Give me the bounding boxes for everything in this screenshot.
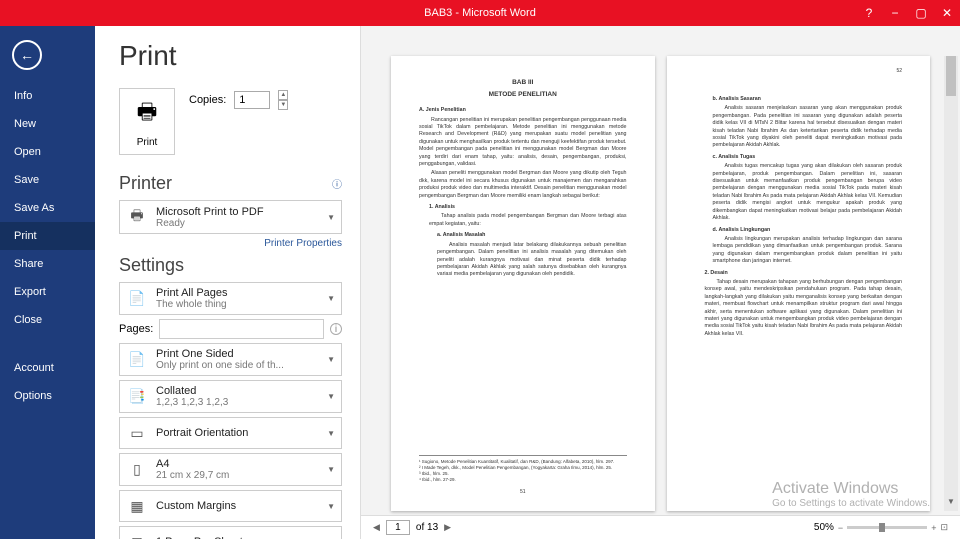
print-settings-panel: Print 🖶 Print Copies: ▲▼ Printer ⓘ — [95, 26, 360, 539]
copies-label: Copies: — [189, 94, 226, 106]
pages-label: Pages: — [119, 323, 153, 335]
dd-orientation[interactable]: ▭ Portrait Orientation ▼ — [119, 417, 342, 449]
preview-pager: ◀ of 13 ▶ 50% − + ⊡ — [361, 515, 960, 539]
printer-icon: 🖶 — [120, 95, 174, 133]
nav-info[interactable]: Info — [0, 82, 95, 110]
zoom-in-button[interactable]: + — [931, 523, 936, 533]
pages-icon: 📄 — [126, 290, 148, 307]
chevron-down-icon: ▼ — [327, 429, 335, 438]
chevron-down-icon: ▼ — [327, 392, 335, 401]
dd-paper-size[interactable]: ▯ A421 cm x 29,7 cm ▼ — [119, 453, 342, 486]
collate-icon: 📑 — [126, 388, 148, 405]
dd-sides[interactable]: 📄 Print One SidedOnly print on one side … — [119, 343, 342, 376]
zoom-out-button[interactable]: − — [838, 523, 843, 533]
one-sided-icon: 📄 — [126, 351, 148, 368]
backstage-sidebar: ← Info New Open Save Save As Print Share… — [0, 26, 95, 539]
print-preview: BAB III METODE PENELITIAN A. Jenis Penel… — [360, 26, 960, 539]
printer-dropdown[interactable]: 🖶 Microsoft Print to PDF Ready ▼ — [119, 200, 342, 234]
printer-info-icon[interactable]: ⓘ — [332, 176, 342, 191]
nav-save-as[interactable]: Save As — [0, 194, 95, 222]
printer-properties-link[interactable]: Printer Properties — [119, 238, 342, 249]
restore-button[interactable]: ▢ — [908, 0, 934, 26]
preview-page-2: 52 b. Analisis Sasaran Analisis sasaran … — [667, 56, 931, 511]
print-button[interactable]: 🖶 Print — [119, 88, 175, 155]
pages-info-icon[interactable]: i — [330, 323, 342, 335]
title-bar: BAB3 - Microsoft Word ? − ▢ ✕ — [0, 0, 960, 26]
paper-icon: ▯ — [126, 461, 148, 478]
prev-page-button[interactable]: ◀ — [373, 522, 380, 533]
window-title: BAB3 - Microsoft Word — [424, 7, 536, 19]
chevron-down-icon: ▼ — [327, 465, 335, 474]
pages-per-sheet-icon: ▢ — [126, 534, 148, 539]
zoom-slider[interactable] — [847, 526, 927, 529]
chevron-down-icon: ▼ — [327, 294, 335, 303]
preview-page-1: BAB III METODE PENELITIAN A. Jenis Penel… — [391, 56, 655, 511]
next-page-button[interactable]: ▶ — [444, 522, 451, 533]
nav-new[interactable]: New — [0, 110, 95, 138]
minimize-button[interactable]: − — [882, 0, 908, 26]
close-button[interactable]: ✕ — [934, 0, 960, 26]
dd-margins[interactable]: ▦ Custom Margins ▼ — [119, 490, 342, 522]
preview-vscrollbar[interactable]: ▲ ▼ — [944, 56, 958, 511]
zoom-fit-button[interactable]: ⊡ — [940, 522, 948, 533]
copies-spinner[interactable]: ▲▼ — [278, 90, 288, 110]
page-number-input[interactable] — [386, 520, 410, 535]
nav-close[interactable]: Close — [0, 306, 95, 334]
chevron-down-icon: ▼ — [327, 355, 335, 364]
margins-icon: ▦ — [126, 498, 148, 515]
scroll-thumb[interactable] — [946, 56, 956, 96]
copies-input[interactable] — [234, 91, 270, 109]
pages-input[interactable] — [159, 319, 324, 339]
chevron-down-icon: ▼ — [327, 213, 335, 222]
dd-collation[interactable]: 📑 Collated1,2,3 1,2,3 1,2,3 ▼ — [119, 380, 342, 413]
settings-heading: Settings — [119, 255, 184, 276]
zoom-level: 50% — [814, 522, 834, 533]
help-button[interactable]: ? — [856, 0, 882, 26]
printer-heading: Printer — [119, 173, 172, 194]
nav-open[interactable]: Open — [0, 138, 95, 166]
dd-pages-per-sheet[interactable]: ▢ 1 Page Per Sheet ▼ — [119, 526, 342, 539]
printer-status-icon: 🖶 — [126, 205, 148, 229]
page-count-label: of 13 — [416, 522, 438, 533]
nav-account[interactable]: Account — [0, 354, 95, 382]
scroll-down-icon[interactable]: ▼ — [944, 497, 958, 511]
dd-print-range[interactable]: 📄 Print All PagesThe whole thing ▼ — [119, 282, 342, 315]
chevron-down-icon: ▼ — [327, 502, 335, 511]
window-controls: ? − ▢ ✕ — [856, 0, 960, 26]
page-title: Print — [119, 40, 342, 72]
nav-export[interactable]: Export — [0, 278, 95, 306]
nav-options[interactable]: Options — [0, 382, 95, 410]
nav-save[interactable]: Save — [0, 166, 95, 194]
back-button[interactable]: ← — [12, 40, 42, 70]
nav-share[interactable]: Share — [0, 250, 95, 278]
orientation-icon: ▭ — [126, 425, 148, 442]
nav-print[interactable]: Print — [0, 222, 95, 250]
